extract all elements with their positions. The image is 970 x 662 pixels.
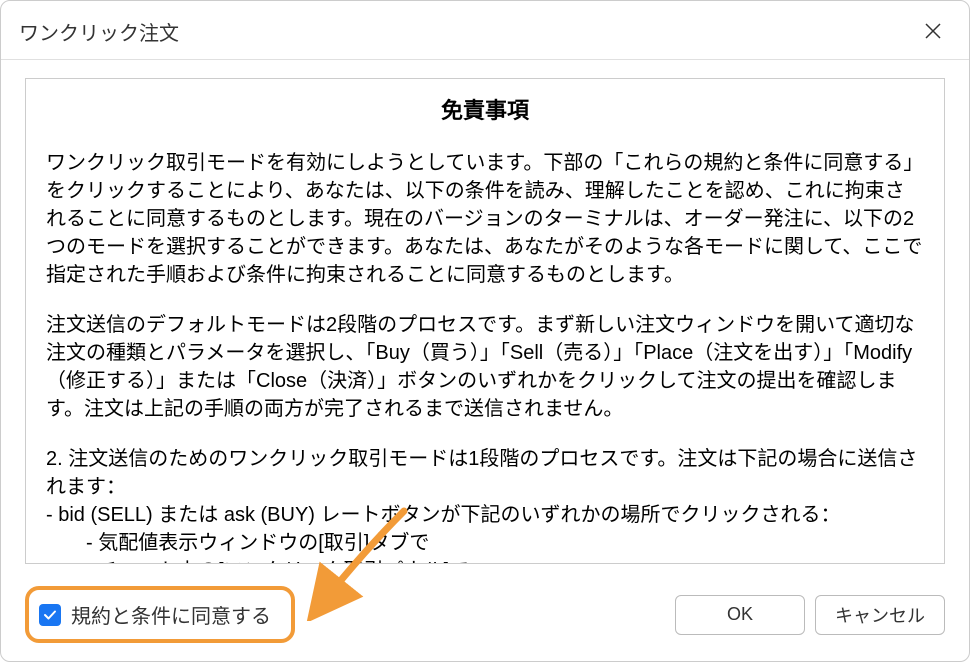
ok-button-label: OK (727, 604, 753, 625)
titlebar: ワンクリック注文 (1, 1, 969, 60)
agree-checkbox-label: 規約と条件に同意する (71, 600, 271, 629)
disclaimer-paragraph-1: ワンクリック取引モードを有効にしようとしています。下部の「これらの規約と条件に同… (46, 149, 924, 289)
disclaimer-quotes-line: - 気配値表示ウィンドウの[取引]タブで (46, 529, 924, 557)
content-area: 免責事項 ワンクリック取引モードを有効にしようとしています。下部の「これらの規約… (1, 60, 969, 572)
cancel-button-label: キャンセル (835, 602, 925, 628)
disclaimer-scroll[interactable]: 免責事項 ワンクリック取引モードを有効にしようとしています。下部の「これらの規約… (25, 78, 945, 564)
disclaimer-chart-line: - チャート上の[ワンクリック取引パネル]で (46, 557, 924, 564)
button-group: OK キャンセル (675, 595, 945, 635)
agree-checkbox-highlight: 規約と条件に同意する (25, 586, 295, 643)
ok-button[interactable]: OK (675, 595, 805, 635)
close-button[interactable] (915, 13, 951, 49)
dialog-footer: 規約と条件に同意する OK キャンセル (1, 572, 969, 661)
disclaimer-bid-ask-line: - bid (SELL) または ask (BUY) レートボタンが下記のいずれ… (46, 501, 924, 529)
dialog-title: ワンクリック注文 (19, 17, 179, 46)
close-icon (925, 23, 941, 39)
one-click-order-dialog: ワンクリック注文 免責事項 ワンクリック取引モードを有効にしようとしています。下… (0, 0, 970, 662)
disclaimer-section2-intro: 2. 注文送信のためのワンクリック取引モードは1段階のプロセスです。注文は下記の… (46, 445, 924, 501)
disclaimer-heading: 免責事項 (46, 93, 924, 125)
check-icon (43, 608, 57, 622)
cancel-button[interactable]: キャンセル (815, 595, 945, 635)
disclaimer-paragraph-2: 注文送信のデフォルトモードは2段階のプロセスです。まず新しい注文ウィンドウを開い… (46, 311, 924, 423)
agree-checkbox[interactable] (39, 604, 61, 626)
